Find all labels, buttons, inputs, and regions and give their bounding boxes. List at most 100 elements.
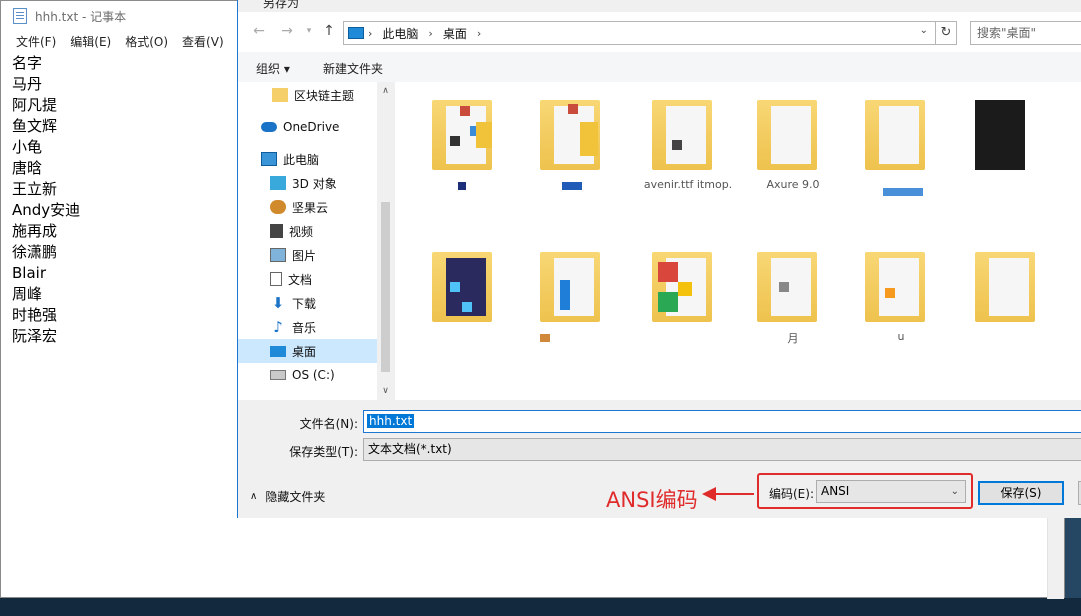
chevron-right-icon[interactable]: ›: [473, 27, 485, 40]
annotation-arrow-icon: [702, 487, 754, 501]
folder-icon: [540, 100, 600, 170]
text-line: 名字: [12, 54, 43, 72]
folder-icon: [272, 88, 288, 102]
file-list: avenir.ttf itmop. Axure 9.0 月 u: [395, 82, 1081, 400]
folder-icon: [865, 100, 925, 170]
file-item[interactable]: 月: [757, 242, 817, 345]
nav-item-this-pc[interactable]: 此电脑: [238, 147, 377, 171]
image-thumbnail: [975, 100, 1025, 170]
text-line: 唐晗: [12, 159, 43, 177]
cube-icon: [270, 176, 286, 190]
file-item[interactable]: [540, 90, 600, 190]
filename-value: hhh.txt: [367, 414, 415, 428]
notepad-title: hhh.txt - 记事本: [35, 9, 127, 24]
computer-icon: [261, 152, 277, 166]
menu-edit[interactable]: 编辑(E): [63, 31, 118, 51]
nav-item-downloads[interactable]: ⬇ 下载: [238, 291, 377, 315]
navigation-pane: 区块链主题 OneDrive 此电脑 3D 对象 坚果云 视频 图片 文档 ⬇ …: [238, 82, 394, 400]
picture-icon: [270, 248, 286, 262]
back-arrow-icon[interactable]: ←: [250, 22, 268, 40]
menu-view[interactable]: 查看(V): [175, 31, 231, 51]
file-item[interactable]: Axure 9.0: [757, 90, 820, 191]
menu-file[interactable]: 文件(F): [9, 31, 63, 51]
hide-folders-label: 隐藏文件夹: [265, 490, 326, 504]
save-button[interactable]: 保存(S): [978, 481, 1064, 505]
breadcrumb-desktop[interactable]: 桌面: [437, 25, 473, 42]
desktop-icon: [270, 345, 286, 357]
nav-item-pictures[interactable]: 图片: [238, 243, 377, 267]
new-folder-button[interactable]: 新建文件夹: [323, 60, 383, 77]
dialog-title: 另存为: [263, 0, 300, 10]
nav-item-label: 3D 对象: [292, 176, 337, 191]
music-note-icon: ♪: [273, 318, 283, 336]
file-item[interactable]: [975, 90, 1035, 184]
text-line: Andy安迪: [12, 201, 81, 219]
recent-dropdown-icon[interactable]: ▾: [300, 22, 318, 40]
forward-arrow-icon[interactable]: →: [278, 22, 296, 40]
download-arrow-icon: ⬇: [271, 294, 285, 312]
search-input[interactable]: 搜索"桌面": [970, 21, 1081, 45]
text-line: 施再成: [12, 222, 58, 240]
file-item[interactable]: u: [865, 242, 925, 343]
nav-item-label: OneDrive: [283, 120, 340, 134]
nav-item-documents[interactable]: 文档: [238, 267, 377, 291]
file-item[interactable]: [432, 242, 492, 336]
file-item[interactable]: [540, 242, 600, 342]
file-item[interactable]: [652, 242, 712, 336]
scroll-thumb[interactable]: [381, 202, 390, 372]
nav-item-blockchain[interactable]: 区块链主题: [238, 83, 377, 107]
file-label: u: [897, 330, 905, 343]
encoding-highlight-box: 编码(E): ANSI ⌄: [757, 473, 973, 509]
encoding-label: 编码(E):: [769, 487, 814, 501]
filetype-label: 保存类型(T):: [289, 445, 358, 459]
filename-input[interactable]: hhh.txt: [363, 410, 1081, 433]
nav-item-3d-objects[interactable]: 3D 对象: [238, 171, 377, 195]
notepad-text-area[interactable]: 名字 马丹 阿凡提 鱼文辉 小龟 唐晗 王立新 Andy安迪 施再成 徐潇鹏 B…: [12, 53, 80, 347]
filename-label: 文件名(N):: [299, 417, 358, 431]
chevron-right-icon[interactable]: ›: [424, 27, 436, 40]
nav-pane-scrollbar[interactable]: ∧ ∨: [377, 82, 394, 400]
up-arrow-icon[interactable]: ↑: [320, 22, 338, 40]
nav-item-music[interactable]: ♪ 音乐: [238, 315, 377, 339]
hide-folders-button[interactable]: ∧ 隐藏文件夹: [250, 488, 325, 505]
filetype-select[interactable]: 文本文档(*.txt): [363, 438, 1081, 461]
nav-item-jianguoyun[interactable]: 坚果云: [238, 195, 377, 219]
organize-button[interactable]: 组织 ▾: [256, 60, 290, 77]
nav-item-label: OS (C:): [292, 368, 335, 382]
chevron-down-icon: ⌄: [950, 486, 959, 497]
folder-icon: [432, 100, 492, 170]
breadcrumb-this-pc[interactable]: 此电脑: [376, 25, 424, 42]
chevron-up-icon[interactable]: ∧: [377, 86, 394, 96]
nav-item-desktop[interactable]: 桌面: [238, 339, 377, 363]
text-line: Blair: [12, 264, 46, 282]
text-line: 小龟: [12, 138, 43, 156]
taskbar-strip: [0, 598, 1081, 616]
file-item[interactable]: [432, 90, 492, 190]
annotation-text: ANSI编码: [606, 488, 698, 512]
nav-item-label: 此电脑: [283, 152, 320, 167]
folder-icon: [432, 252, 492, 322]
nav-item-videos[interactable]: 视频: [238, 219, 377, 243]
chevron-right-icon[interactable]: ›: [364, 27, 376, 40]
menu-format[interactable]: 格式(O): [118, 31, 175, 51]
cloud-icon: [261, 122, 277, 132]
nav-item-label: 下载: [292, 296, 317, 311]
address-bar[interactable]: › 此电脑 › 桌面 › ⌄: [343, 21, 957, 45]
dialog-toolbar: 组织 ▾ 新建文件夹: [238, 52, 1081, 82]
text-line: 时艳强: [12, 306, 58, 324]
file-label: 月: [787, 332, 799, 345]
encoding-select[interactable]: ANSI ⌄: [816, 480, 966, 503]
file-label: Axure 9.0: [766, 178, 820, 191]
nav-item-onedrive[interactable]: OneDrive: [238, 115, 377, 139]
file-item[interactable]: avenir.ttf itmop.: [644, 90, 732, 191]
file-item[interactable]: [865, 90, 925, 196]
nav-item-label: 坚果云: [292, 200, 329, 215]
nav-item-label: 桌面: [292, 344, 317, 359]
nav-item-label: 图片: [292, 248, 317, 263]
text-line: 鱼文辉: [12, 117, 58, 135]
chevron-down-icon[interactable]: ⌄: [920, 25, 928, 36]
file-item[interactable]: [975, 242, 1035, 336]
chevron-down-icon[interactable]: ∨: [377, 386, 394, 396]
nav-item-os-c[interactable]: OS (C:): [238, 363, 377, 387]
refresh-icon[interactable]: ↻: [935, 21, 957, 45]
